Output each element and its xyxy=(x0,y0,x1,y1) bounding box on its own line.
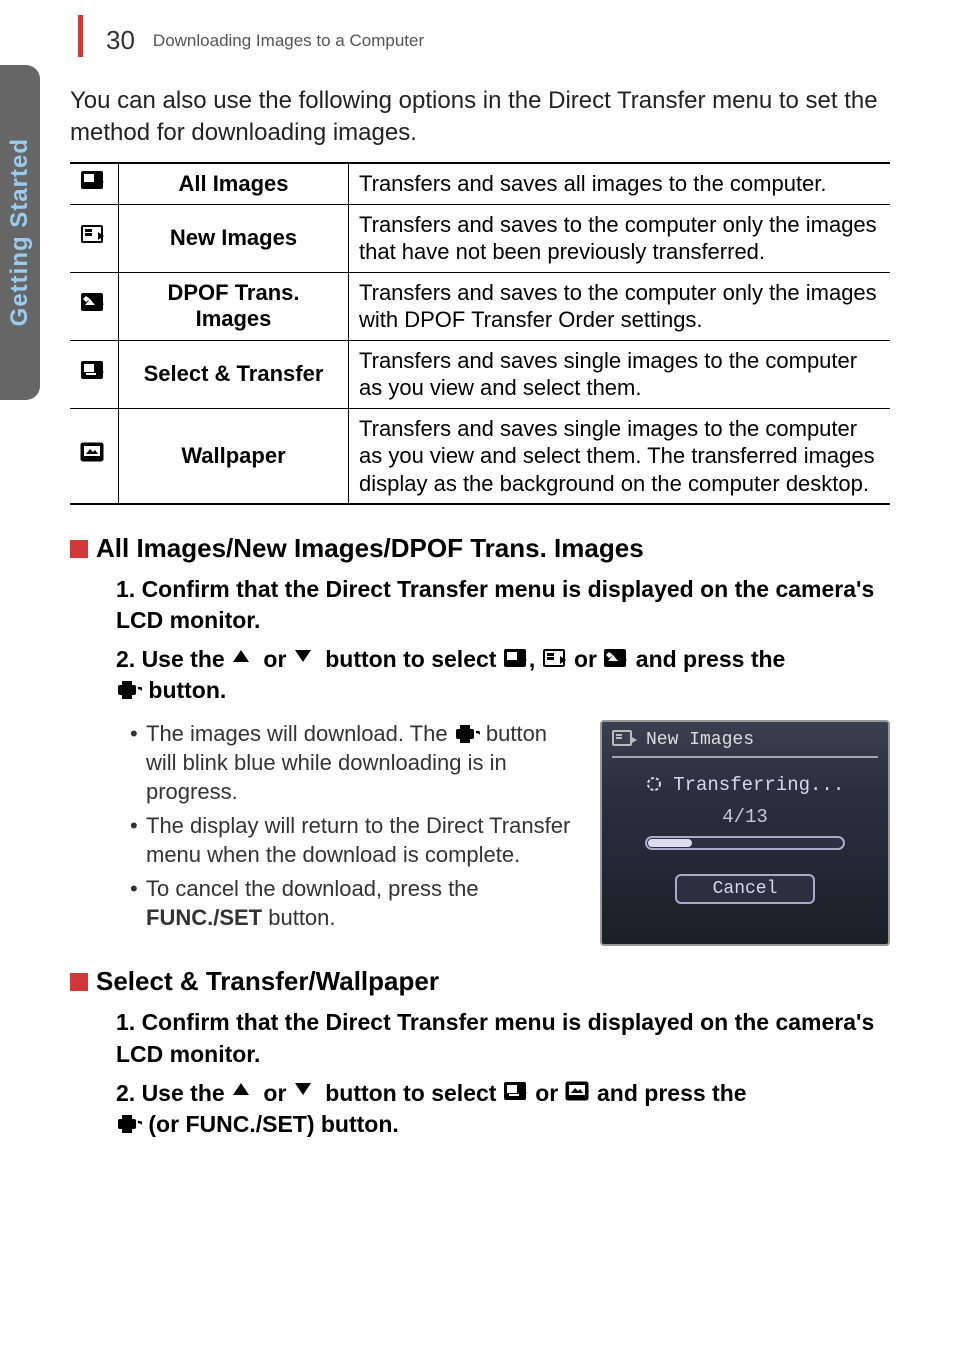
camera-lcd-preview: New Images Transferring... 4/13 Cancel xyxy=(600,720,890,946)
lcd-progress-bar xyxy=(645,836,845,850)
dpof-icon xyxy=(603,648,629,670)
section-heading-1: All Images/New Images/DPOF Trans. Images xyxy=(70,533,890,564)
page-header: 30 Downloading Images to a Computer xyxy=(106,25,424,56)
step-item: 2. Use the or button to select or and pr… xyxy=(116,1078,890,1140)
print-share-icon xyxy=(116,679,142,701)
list-item: The display will return to the Direct Tr… xyxy=(130,812,582,869)
select-transfer-icon xyxy=(503,1081,529,1103)
down-arrow-icon xyxy=(293,1081,319,1103)
table-row: New Images Transfers and saves to the co… xyxy=(70,204,890,272)
section-heading-2: Select & Transfer/Wallpaper xyxy=(70,966,890,997)
print-share-icon xyxy=(454,723,480,745)
dpof-icon xyxy=(70,272,119,340)
row-desc: Transfers and saves single images to the… xyxy=(349,408,891,504)
lcd-status: Transferring... xyxy=(612,774,878,796)
transferring-spinner-icon xyxy=(646,776,662,792)
up-arrow-icon xyxy=(231,648,257,670)
lcd-cancel-button[interactable]: Cancel xyxy=(675,874,815,904)
new-images-icon xyxy=(70,204,119,272)
step-item: 1. Confirm that the Direct Transfer menu… xyxy=(116,1007,890,1069)
new-images-icon xyxy=(612,730,638,750)
all-images-icon xyxy=(70,163,119,205)
row-label: Wallpaper xyxy=(119,408,349,504)
side-tab-label: Getting Started xyxy=(6,138,34,326)
up-arrow-icon xyxy=(231,1081,257,1103)
row-desc: Transfers and saves to the computer only… xyxy=(349,272,891,340)
step-item: 1. Confirm that the Direct Transfer menu… xyxy=(116,574,890,636)
transfer-options-table: All Images Transfers and saves all image… xyxy=(70,162,890,506)
red-square-icon xyxy=(70,973,88,991)
red-square-icon xyxy=(70,540,88,558)
row-label: All Images xyxy=(119,163,349,205)
intro-paragraph: You can also use the following options i… xyxy=(70,85,890,150)
header-title: Downloading Images to a Computer xyxy=(153,31,424,51)
table-row: Wallpaper Transfers and saves single ima… xyxy=(70,408,890,504)
print-share-icon xyxy=(116,1113,142,1135)
lcd-progress-count: 4/13 xyxy=(612,806,878,828)
table-row: DPOF Trans. Images Transfers and saves t… xyxy=(70,272,890,340)
wallpaper-icon xyxy=(70,408,119,504)
row-desc: Transfers and saves all images to the co… xyxy=(349,163,891,205)
step-item: 2. Use the or button to select , or and … xyxy=(116,644,890,706)
lcd-title-bar: New Images xyxy=(612,730,878,758)
new-images-icon xyxy=(542,648,568,670)
header-accent-bar xyxy=(78,15,83,57)
all-images-icon xyxy=(503,648,529,670)
page-number: 30 xyxy=(106,25,135,56)
section-heading-1-text: All Images/New Images/DPOF Trans. Images xyxy=(96,533,644,564)
row-label: Select & Transfer xyxy=(119,340,349,408)
row-desc: Transfers and saves to the computer only… xyxy=(349,204,891,272)
list-item: To cancel the download, press the FUNC./… xyxy=(130,875,582,932)
select-transfer-icon xyxy=(70,340,119,408)
wallpaper-icon xyxy=(565,1081,591,1103)
table-row: Select & Transfer Transfers and saves si… xyxy=(70,340,890,408)
row-label: New Images xyxy=(119,204,349,272)
side-tab: Getting Started xyxy=(0,65,40,400)
section-heading-2-text: Select & Transfer/Wallpaper xyxy=(96,966,439,997)
row-label: DPOF Trans. Images xyxy=(119,272,349,340)
lcd-title-text: New Images xyxy=(646,730,754,750)
table-row: All Images Transfers and saves all image… xyxy=(70,163,890,205)
list-item: The images will download. The button wil… xyxy=(130,720,582,806)
row-desc: Transfers and saves single images to the… xyxy=(349,340,891,408)
down-arrow-icon xyxy=(293,648,319,670)
bullet-list: The images will download. The button wil… xyxy=(130,720,582,946)
